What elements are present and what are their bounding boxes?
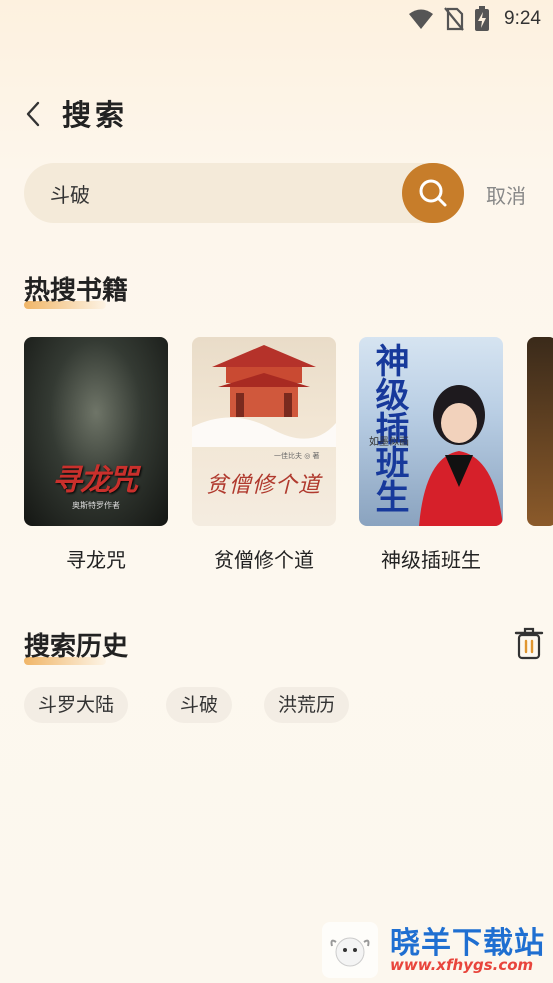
no-sim-icon	[444, 7, 464, 31]
search-input[interactable]	[50, 163, 390, 223]
book-card-partial[interactable]	[527, 337, 553, 526]
book-title[interactable]: 贫僧修个道	[192, 544, 336, 573]
book-card[interactable]: 神级插班生 如墨似画 神级插班生	[359, 337, 503, 572]
back-button[interactable]	[18, 96, 48, 132]
book-card[interactable]: 一佳比夫 ◎ 著 贫僧修个道 贫僧修个道	[192, 337, 336, 572]
watermark: 晓羊下载站 www.xfhygs.com	[322, 916, 552, 982]
wifi-icon	[409, 9, 434, 29]
palace-illustration	[192, 345, 336, 447]
search-history-title-text: 搜索历史	[24, 632, 129, 662]
cover-author: 如墨似画	[369, 437, 409, 448]
header: 搜索	[0, 88, 553, 138]
cancel-button[interactable]: 取消	[486, 180, 526, 209]
history-chip[interactable]: 斗罗大陆	[24, 687, 129, 723]
hot-books-title: 热搜书籍	[24, 270, 129, 309]
history-chip[interactable]: 斗破	[166, 687, 233, 723]
status-icons: 9:24	[408, 6, 541, 32]
book-cover[interactable]: 寻龙咒 奥斯特罗作者	[24, 337, 168, 526]
watermark-url: www.xfhygs.com	[390, 956, 534, 974]
trash-icon	[514, 627, 544, 660]
search-button[interactable]	[402, 163, 464, 223]
cover-title: 神级插班生	[369, 343, 409, 513]
cover-title: 贫僧修个道	[206, 473, 322, 498]
search-icon	[419, 179, 447, 207]
book-cover[interactable]: 神级插班生 如墨似画	[359, 337, 503, 526]
hot-books-title-text: 热搜书籍	[24, 276, 129, 306]
cover-author: 奥斯特罗作者	[72, 501, 120, 510]
chevron-left-icon	[26, 101, 40, 127]
status-bar: 9:24	[0, 0, 553, 40]
battery-charging-icon	[475, 6, 490, 31]
book-card[interactable]: 寻龙咒 奥斯特罗作者 寻龙咒	[24, 337, 168, 572]
sheep-logo-icon	[322, 922, 378, 978]
book-title[interactable]: 神级插班生	[359, 544, 503, 573]
book-cover[interactable]	[527, 337, 553, 526]
page-title: 搜索	[62, 98, 129, 132]
clear-history-button[interactable]	[514, 626, 544, 660]
cover-author: 一佳比夫 ◎ 著	[274, 452, 320, 460]
book-title[interactable]: 寻龙咒	[24, 544, 168, 573]
search-history-title: 搜索历史	[24, 626, 129, 665]
cover-title: 寻龙咒	[52, 463, 138, 498]
book-cover[interactable]: 一佳比夫 ◎ 著 贫僧修个道	[192, 337, 336, 526]
history-chip[interactable]: 洪荒历	[264, 687, 350, 723]
status-time: 9:24	[504, 8, 541, 29]
search-box	[24, 163, 464, 223]
